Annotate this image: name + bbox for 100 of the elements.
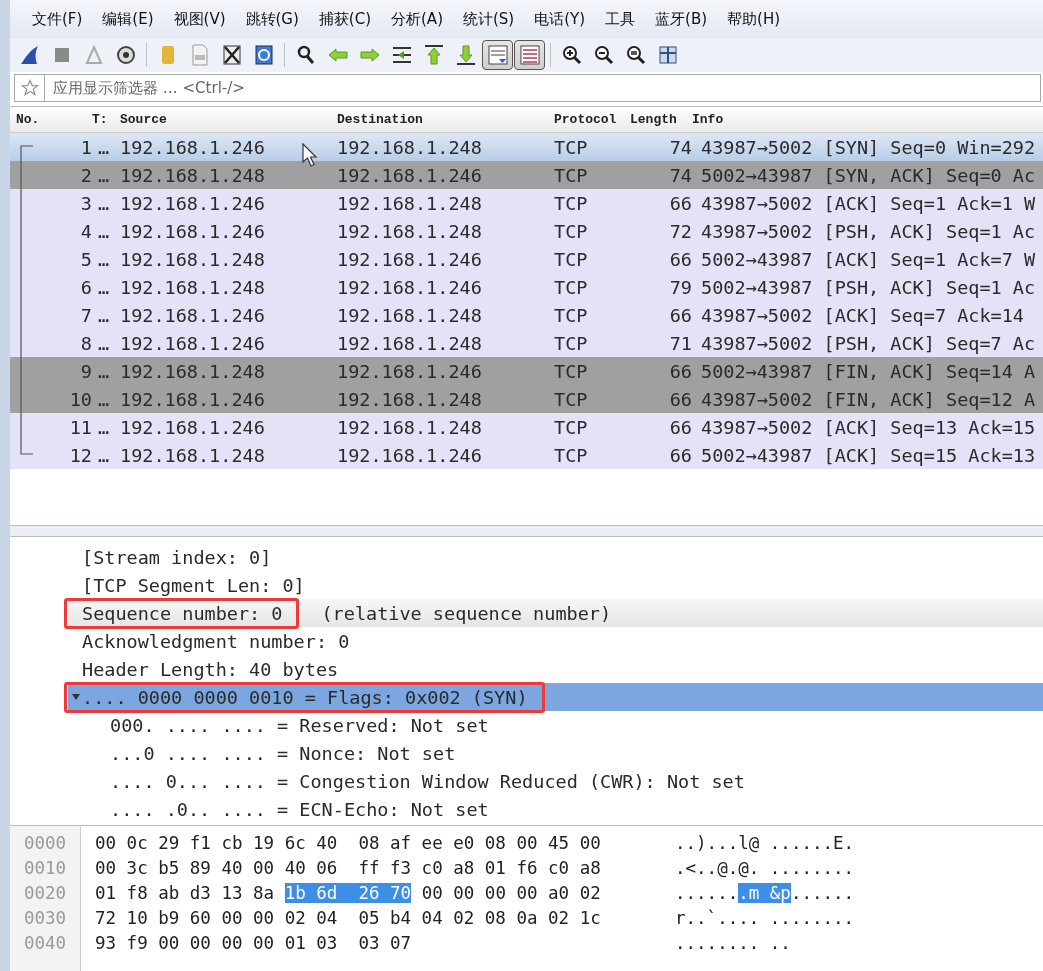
toolbar-button[interactable] bbox=[482, 40, 513, 70]
column-header[interactable]: No. bbox=[12, 112, 92, 127]
toolbar-button[interactable] bbox=[514, 40, 545, 70]
column-header[interactable]: T: bbox=[92, 112, 120, 127]
packet-row[interactable]: 6 … 192.168.1.248 192.168.1.246 TCP 79 5002→43987 [PSH, ACK] Seq=1 Ac bbox=[10, 273, 1043, 301]
hex-bytes: 00 3c b5 89 40 00 40 06 ff f3 c0 a8 01 f6 c0 a8 bbox=[95, 857, 601, 878]
menu-item[interactable]: 捕获(C) bbox=[308, 9, 381, 29]
packet-row[interactable]: 1 … 192.168.1.246 192.168.1.248 TCP 74 43987→5002 [SYN] Seq=0 Win=292 bbox=[10, 133, 1043, 161]
table-cell-text: … bbox=[97, 388, 110, 410]
table-cell: 66 bbox=[669, 360, 692, 382]
detail-text: Sequence number: 0 bbox=[82, 602, 283, 624]
table-cell: 192.168.1.248 bbox=[337, 192, 482, 214]
menu-item[interactable]: 蓝牙(B) bbox=[645, 9, 718, 29]
hex-bytes: 00 0c 29 f1 cb 19 6c 40 08 af ee e0 08 00 45 00 bbox=[95, 832, 601, 853]
packet-row[interactable]: 2 … 192.168.1.248 192.168.1.246 TCP 74 5002→43987 [SYN, ACK] Seq=0 Ac bbox=[10, 161, 1043, 189]
detail-row[interactable]: [TCP Segment Len: 0] bbox=[68, 571, 1043, 599]
table-cell: 5 bbox=[80, 248, 92, 270]
table-cell: 7 bbox=[80, 304, 92, 326]
table-cell: 192.168.1.246 bbox=[337, 248, 482, 270]
ascii-text: r..`.... ........ bbox=[675, 907, 855, 928]
column-header[interactable]: Source bbox=[120, 112, 337, 127]
packet-row[interactable]: 4 … 192.168.1.246 192.168.1.248 TCP 72 43987→5002 [PSH, ACK] Seq=1 Ac bbox=[10, 217, 1043, 245]
table-cell-text: 43987→5002 [FIN, ACK] Seq=12 A bbox=[700, 388, 1036, 410]
column-header[interactable]: Protocol bbox=[554, 112, 630, 127]
packet-row[interactable]: 11 … 192.168.1.246 192.168.1.248 TCP 66 43987→5002 [ACK] Seq=13 Ack=15 bbox=[10, 413, 1043, 441]
menu-item[interactable]: 文件(F) bbox=[22, 9, 93, 29]
ascii-text: ...... bbox=[675, 882, 739, 903]
ascii-text: .<..@.@. ........ bbox=[675, 857, 855, 878]
table-cell: 192.168.1.248 bbox=[337, 136, 482, 158]
table-cell: 192.168.1.248 bbox=[337, 388, 482, 410]
expanded-arrow-icon[interactable] bbox=[72, 693, 80, 701]
hex-bytes: 93 f9 00 00 00 00 01 03 03 07 bbox=[95, 932, 412, 953]
menu-item[interactable]: 编辑(E) bbox=[92, 9, 164, 29]
menu-item[interactable]: 帮助(H) bbox=[717, 9, 791, 29]
packet-row[interactable]: 9 … 192.168.1.248 192.168.1.246 TCP 66 5002→43987 [FIN, ACK] Seq=14 A bbox=[10, 357, 1043, 385]
packet-row[interactable]: 10 … 192.168.1.246 192.168.1.248 TCP 66 43987→5002 [FIN, ACK] Seq=12 A bbox=[10, 385, 1043, 413]
table-cell-text: 5002→43987 [ACK] Seq=1 Ack=7 W bbox=[700, 248, 1036, 270]
ascii-text: ..)...l@ ......E. bbox=[675, 832, 855, 853]
detail-row[interactable]: [Stream index: 0] bbox=[68, 543, 1043, 571]
packet-row[interactable]: 7 … 192.168.1.246 192.168.1.248 TCP 66 43987→5002 [ACK] Seq=7 Ack=14 bbox=[10, 301, 1043, 329]
detail-text: .... .0.. .... = ECN-Echo: Not set bbox=[110, 798, 489, 820]
table-cell-text: … bbox=[97, 276, 110, 298]
packet-row[interactable]: 5 … 192.168.1.248 192.168.1.246 TCP 66 5002→43987 [ACK] Seq=1 Ack=7 W bbox=[10, 245, 1043, 273]
table-cell: 10 bbox=[69, 388, 92, 410]
byte-offset: 0040 bbox=[23, 932, 67, 953]
byte-offset: 0000 bbox=[23, 832, 67, 853]
table-cell: TCP bbox=[554, 136, 588, 158]
table-cell: 192.168.1.248 bbox=[120, 276, 265, 298]
table-cell: 3 bbox=[80, 192, 92, 214]
autoscroll-icon bbox=[485, 43, 510, 67]
detail-text: 000. .... .... = Reserved: Not set bbox=[110, 714, 489, 736]
menu-item[interactable]: 工具 bbox=[595, 9, 646, 29]
packet-row[interactable]: 3 … 192.168.1.246 192.168.1.248 TCP 66 43987→5002 [ACK] Seq=1 Ack=1 W bbox=[10, 189, 1043, 217]
table-cell: 192.168.1.246 bbox=[120, 332, 265, 354]
menu-item[interactable]: 统计(S) bbox=[453, 9, 525, 29]
ascii-text: .m &p bbox=[738, 882, 791, 903]
packet-row[interactable]: 8 … 192.168.1.246 192.168.1.248 TCP 71 43987→5002 [PSH, ACK] Seq=7 Ac bbox=[10, 329, 1043, 357]
table-cell: 74 bbox=[669, 136, 692, 158]
hex-bytes: 1b 6d 26 70 bbox=[284, 882, 412, 903]
packet-row[interactable]: 12 … 192.168.1.248 192.168.1.246 TCP 66 5002→43987 [ACK] Seq=15 Ack=13 bbox=[10, 441, 1043, 469]
table-cell: 66 bbox=[669, 416, 692, 438]
table-cell: 192.168.1.248 bbox=[120, 164, 265, 186]
table-cell-text: … bbox=[97, 220, 110, 242]
byte-offset: 0020 bbox=[23, 882, 67, 903]
table-cell: TCP bbox=[554, 164, 588, 186]
menu-item[interactable]: 分析(A) bbox=[381, 9, 453, 29]
detail-row[interactable]: 000. .... .... = Reserved: Not set bbox=[68, 711, 1043, 739]
table-cell-text: … bbox=[97, 192, 110, 214]
column-header[interactable]: Destination bbox=[337, 112, 554, 127]
table-cell: 2 bbox=[80, 164, 92, 186]
table-cell-text: 43987→5002 [ACK] Seq=7 Ack=14 bbox=[700, 304, 1024, 326]
table-cell: 71 bbox=[669, 332, 692, 354]
detail-text: [TCP Segment Len: 0] bbox=[82, 574, 305, 596]
display-filter-field[interactable]: 应用显示筛选器 … <Ctrl-/> bbox=[45, 74, 1041, 102]
table-cell: 192.168.1.246 bbox=[120, 304, 265, 326]
column-header[interactable]: Info bbox=[692, 112, 1043, 127]
mouse-cursor-icon bbox=[302, 143, 318, 167]
hex-bytes: 00 00 00 00 a0 02 bbox=[420, 882, 601, 903]
table-cell-text: 5002→43987 [SYN, ACK] Seq=0 Ac bbox=[700, 164, 1036, 186]
menu-item[interactable]: 跳转(G) bbox=[235, 9, 309, 29]
detail-row[interactable]: .... 0... .... = Congestion Window Reduced (CWR): Not set bbox=[68, 767, 1043, 795]
table-cell-text: 5002→43987 [PSH, ACK] Seq=1 Ac bbox=[700, 276, 1036, 298]
detail-note: (relative sequence number) bbox=[321, 602, 612, 624]
detail-row[interactable]: Header Length: 40 bytes bbox=[68, 655, 1043, 683]
detail-text: ...0 .... .... = Nonce: Not set bbox=[110, 742, 456, 764]
menu-item[interactable]: 视图(V) bbox=[163, 9, 236, 29]
menu-item[interactable]: 电话(Y) bbox=[524, 9, 596, 29]
bookmark-button[interactable] bbox=[14, 74, 45, 102]
table-cell: 192.168.1.246 bbox=[120, 136, 265, 158]
table-cell: TCP bbox=[554, 304, 588, 326]
table-cell: TCP bbox=[554, 220, 588, 242]
table-cell: 192.168.1.246 bbox=[337, 444, 482, 466]
detail-row[interactable]: ...0 .... .... = Nonce: Not set bbox=[68, 739, 1043, 767]
table-cell: 79 bbox=[669, 276, 692, 298]
table-cell: 66 bbox=[669, 192, 692, 214]
detail-row[interactable]: .... .0.. .... = ECN-Echo: Not set bbox=[68, 795, 1043, 823]
detail-row[interactable]: Acknowledgment number: 0 bbox=[68, 627, 1043, 655]
table-cell-text: … bbox=[97, 444, 110, 466]
ascii-text: ...... bbox=[790, 882, 855, 903]
column-header[interactable]: Length bbox=[630, 112, 692, 127]
